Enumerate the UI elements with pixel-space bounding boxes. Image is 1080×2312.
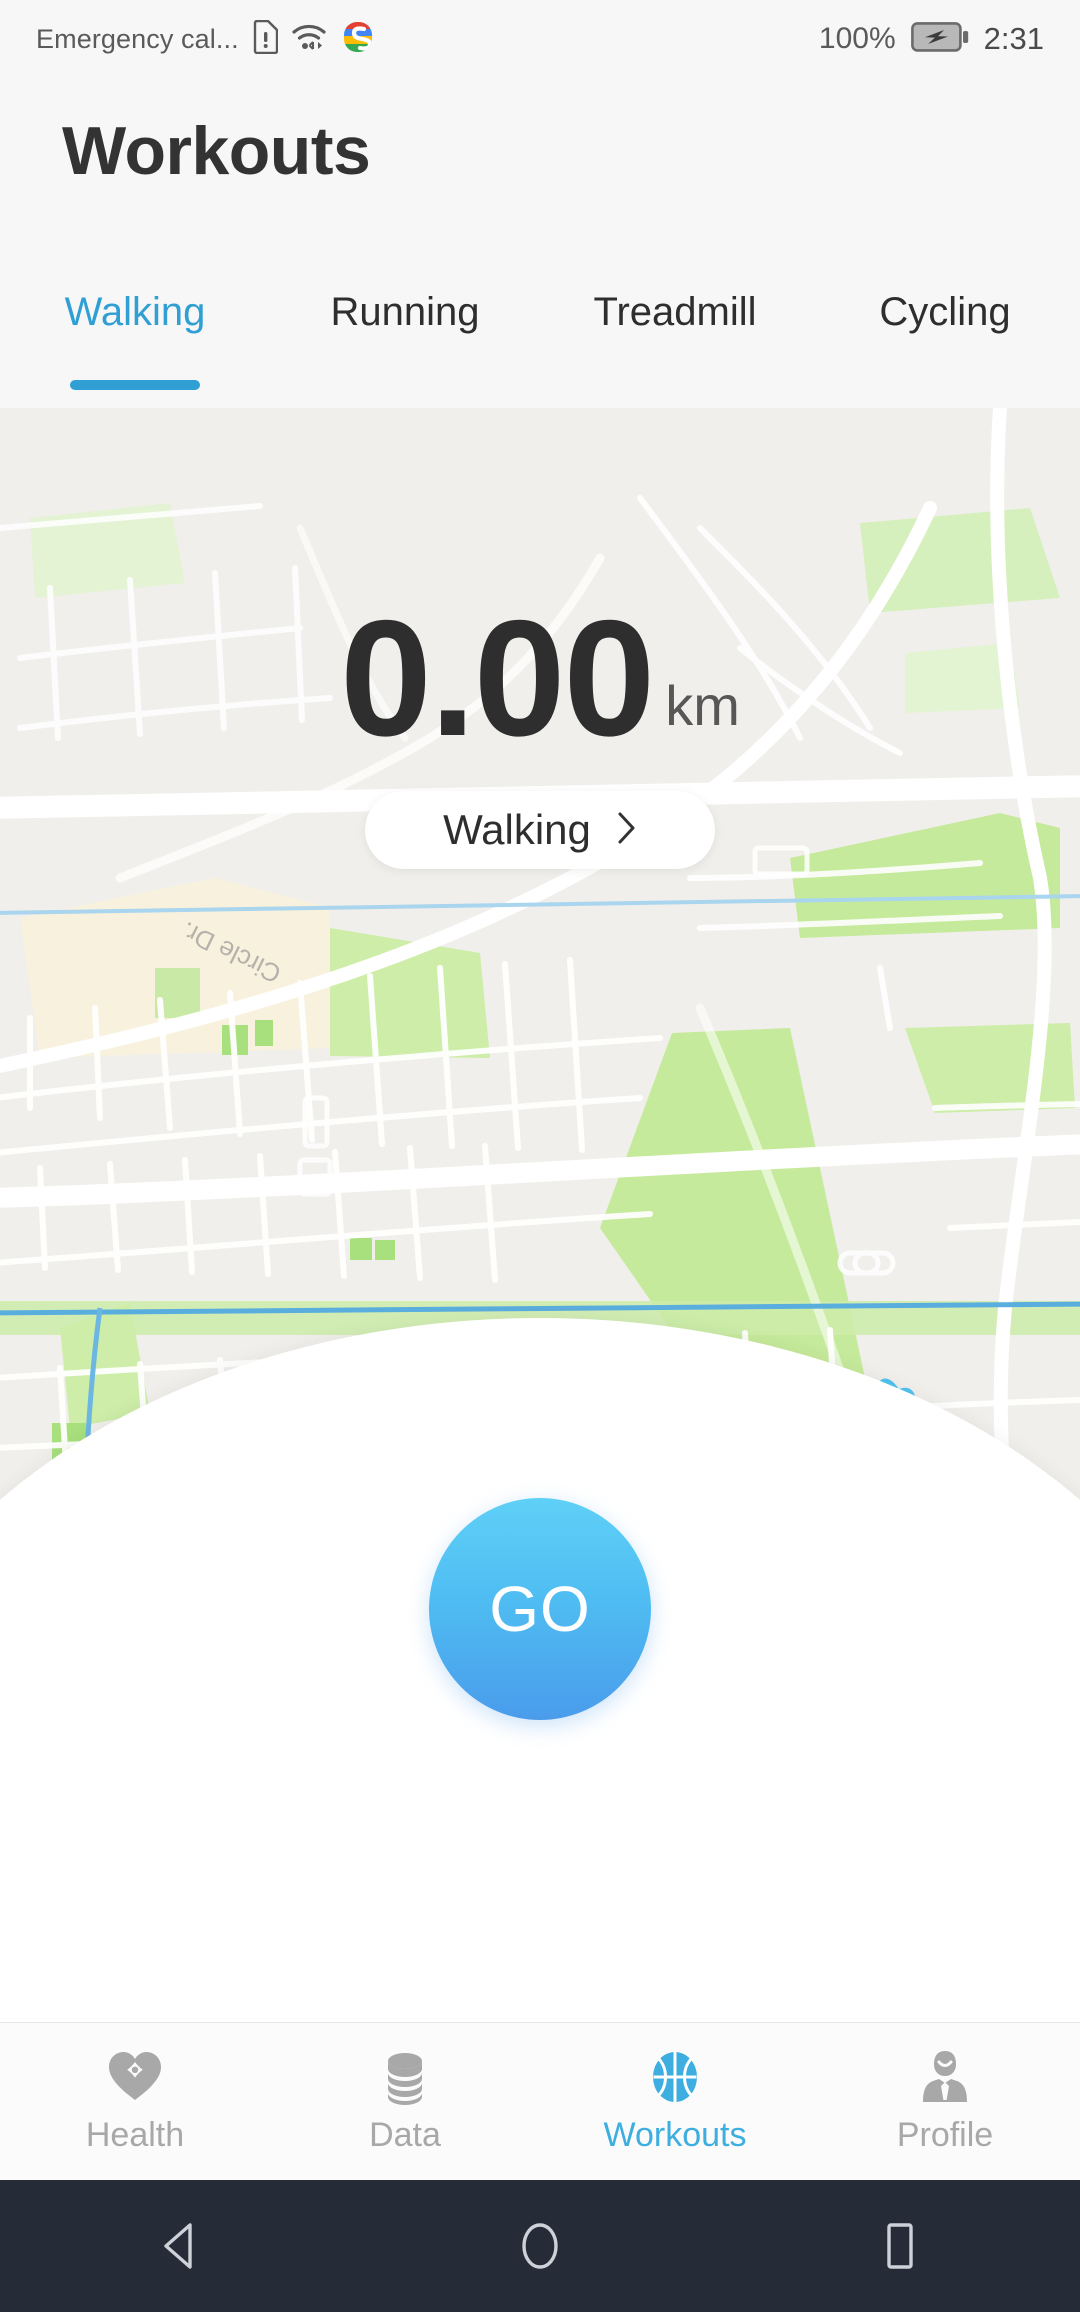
tab-active-indicator <box>70 380 200 390</box>
tab-walking[interactable]: Walking <box>0 268 270 408</box>
status-bar-left: Emergency cal... <box>36 19 374 59</box>
chevron-right-icon <box>617 811 637 850</box>
go-button[interactable]: GO <box>429 1498 651 1720</box>
go-button-label: GO <box>489 1573 591 1645</box>
wifi-icon <box>291 21 329 58</box>
tab-cycling-label: Cycling <box>879 290 1011 334</box>
activity-selector-button[interactable]: Walking <box>365 791 715 869</box>
sim-card-alert-icon <box>252 19 278 59</box>
page-title: Workouts <box>62 113 371 189</box>
app-header: Workouts <box>0 78 1080 268</box>
phone-screen: Emergency cal... 100% 2:31 Workouts Walk… <box>0 0 1080 2312</box>
battery-percent-label: 100% <box>818 22 896 55</box>
person-tie-icon <box>916 2048 974 2106</box>
tab-treadmill-label: Treadmill <box>593 290 757 334</box>
nav-item-data-label: Data <box>369 2116 441 2154</box>
nav-item-profile-label: Profile <box>896 2116 994 2154</box>
activity-selector-label: Walking <box>443 806 591 853</box>
battery-charging-icon <box>910 21 969 57</box>
tab-cycling[interactable]: Cycling <box>810 268 1080 408</box>
nav-item-workouts-label: Workouts <box>603 2116 747 2154</box>
nav-item-health[interactable]: Health <box>0 2023 270 2180</box>
back-triangle-icon[interactable] <box>120 2180 240 2312</box>
nav-item-data[interactable]: Data <box>270 2023 540 2180</box>
clock-label: 2:31 <box>983 21 1044 56</box>
workout-type-tabs: Walking Running Treadmill Cycling <box>0 268 1080 408</box>
heart-plus-icon <box>106 2048 164 2106</box>
map-view[interactable]: Circle Dr. 0.00 km Walking <box>0 408 1080 1538</box>
android-navigation-bar <box>0 2180 1080 2312</box>
status-bar-right: 100% 2:31 <box>819 21 1044 57</box>
tab-running-label: Running <box>330 290 480 334</box>
basketball-icon <box>646 2048 704 2106</box>
tab-running[interactable]: Running <box>270 268 540 408</box>
recents-square-icon[interactable] <box>840 2180 960 2312</box>
tab-treadmill[interactable]: Treadmill <box>540 268 810 408</box>
coins-stack-icon <box>376 2048 434 2106</box>
nav-item-workouts[interactable]: Workouts <box>540 2023 810 2180</box>
s-app-icon <box>342 21 374 58</box>
status-bar: Emergency cal... 100% 2:31 <box>0 0 1080 78</box>
home-circle-icon[interactable] <box>480 2180 600 2312</box>
carrier-label: Emergency cal... <box>36 23 239 54</box>
tab-walking-label: Walking <box>64 290 206 334</box>
bottom-navigation: Health Data Workouts Profile <box>0 2022 1080 2180</box>
nav-item-health-label: Health <box>85 2116 185 2154</box>
nav-item-profile[interactable]: Profile <box>810 2023 1080 2180</box>
